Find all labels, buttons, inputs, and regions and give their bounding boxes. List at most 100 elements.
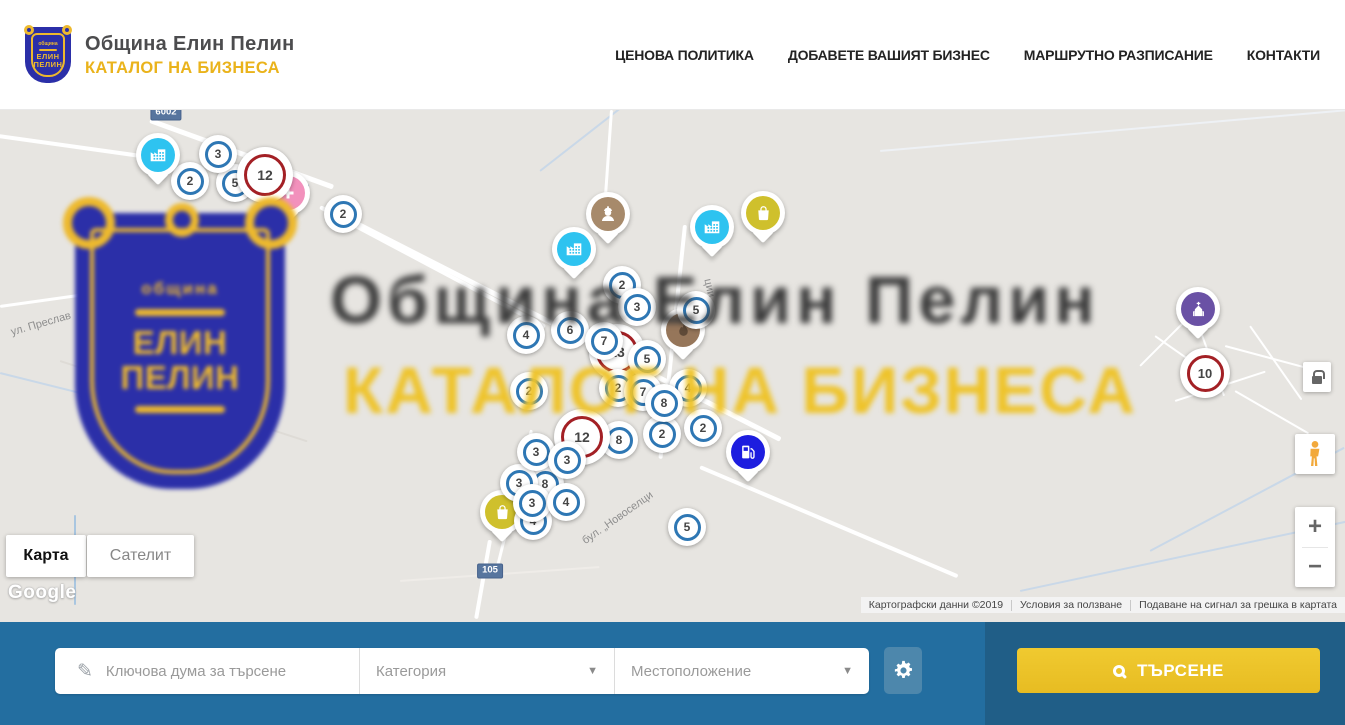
search-button[interactable]: ТЪРСЕНЕ [1017,648,1320,693]
watermark-emblem-org: община [141,279,218,299]
nav-add-business[interactable]: ДОБАВЕТЕ ВАШИЯТ БИЗНЕС [788,47,990,63]
google-logo[interactable]: Google [8,582,76,604]
map-type-satellite-button[interactable]: Сателит [87,535,194,577]
nav-route-schedule[interactable]: МАРШРУТНО РАЗПИСАНИЕ [1024,47,1213,63]
cluster-count: 2 [177,168,204,195]
map-type-map-button[interactable]: Карта [6,535,86,577]
keyword-search-input[interactable] [106,663,326,680]
map-attribution: Картографски данни ©2019 Условия за полз… [861,597,1345,613]
emblem-curl-icon [62,25,72,35]
cluster-count: 5 [674,514,701,541]
road-segment [880,110,1345,152]
watermark-emblem-line1: ЕЛИН [133,326,228,361]
emblem-ornament [135,309,225,316]
emblem-org-text: община [38,41,57,47]
marker-cluster-3[interactable]: 3 [199,135,237,173]
marker-cluster-5[interactable]: 5 [668,508,706,546]
cluster-count: 3 [519,490,546,517]
marker-pin-worker[interactable] [586,192,630,236]
road-segment [0,284,149,308]
category-dropdown[interactable]: Категория ▼ [359,648,614,694]
pencil-icon: ✎ [77,660,93,683]
marker-cluster-2[interactable]: 2 [684,409,722,447]
marker-cluster-3[interactable]: 3 [618,288,656,326]
search-button-label: ТЪРСЕНЕ [1137,661,1224,681]
watermark-emblem-line2: ПЕЛИН [121,361,240,396]
marker-pin-bag[interactable] [741,191,785,235]
zoom-out-button[interactable]: − [1295,547,1335,587]
map-type-controls: Карта Сателит [6,535,194,577]
marker-cluster-10[interactable]: 10 [1180,348,1230,398]
cluster-count: 2 [690,415,717,442]
search-bar: ✎ Категория ▼ Местоположение ▼ ТЪРСЕНЕ [0,622,1345,725]
lock-icon [1312,376,1322,384]
cluster-count: 6 [557,317,584,344]
marker-cluster-4[interactable]: 4 [547,483,585,521]
zoom-controls: + − [1295,507,1335,587]
marker-cluster-5[interactable]: 5 [628,340,666,378]
marker-cluster-8[interactable]: 8 [645,384,683,422]
chevron-down-icon: ▼ [842,665,853,677]
factory-icon [557,232,591,266]
marker-cluster-2[interactable]: 2 [510,372,548,410]
road-segment [474,540,492,619]
worker-icon [591,197,625,231]
marker-cluster-3[interactable]: 3 [548,441,586,479]
street-label: бул. „Новоселци [580,489,655,547]
attribution-data: Картографски данни ©2019 [861,599,1011,611]
marker-cluster-2[interactable]: 2 [324,195,362,233]
church-icon [1181,292,1215,326]
advanced-settings-button[interactable] [884,647,922,694]
pegman-icon [1307,440,1323,468]
marker-cluster-4[interactable]: 4 [507,316,545,354]
road-shield: 6002 [150,110,181,120]
marker-pin-factory[interactable] [552,227,596,271]
pegman-button[interactable] [1295,434,1335,474]
factory-icon [695,210,729,244]
site-logo[interactable]: община ЕЛИН ПЕЛИН Община Елин Пелин КАТА… [25,27,295,83]
cluster-count: 2 [330,201,357,228]
cluster-count: 4 [553,489,580,516]
attribution-report-error-link[interactable]: Подаване на сигнал за грешка в картата [1131,599,1345,611]
marker-cluster-5[interactable]: 5 [677,291,715,329]
marker-cluster-6[interactable]: 6 [551,311,589,349]
nav-pricing-policy[interactable]: ЦЕНОВА ПОЛИТИКА [615,47,754,63]
street-label: ул. Преслав [10,310,73,339]
header: община ЕЛИН ПЕЛИН Община Елин Пелин КАТА… [0,0,1345,110]
factory-icon [141,138,175,172]
marker-pin-fuel[interactable] [726,430,770,474]
attribution-terms-link[interactable]: Условия за ползване [1012,599,1130,611]
road-segment [1139,323,1183,367]
emblem-name-line2: ПЕЛИН [34,61,63,69]
cluster-count: 7 [591,328,618,355]
search-pill: ✎ Категория ▼ Местоположение ▼ [55,648,869,694]
map-canvas[interactable]: ул. Преславбул. „Новоселциции6002105 235… [0,110,1345,622]
marker-pin-factory[interactable] [690,205,734,249]
cluster-count: 5 [634,346,661,373]
bag-icon [746,196,780,230]
nav-contacts[interactable]: КОНТАКТИ [1247,47,1320,63]
marker-cluster-7[interactable]: 7 [585,322,623,360]
marker-pin-church[interactable] [1176,287,1220,331]
cluster-count: 3 [554,447,581,474]
cluster-count: 3 [624,294,651,321]
road-segment [60,360,308,442]
location-dropdown[interactable]: Местоположение ▼ [614,648,869,694]
road-segment [699,465,958,578]
cluster-count: 8 [651,390,678,417]
map-lock-button[interactable] [1303,362,1331,392]
zoom-in-button[interactable]: + [1295,507,1335,547]
category-dropdown-label: Категория [376,663,446,680]
site-title: Община Елин Пелин [85,33,295,56]
watermark-emblem: община ЕЛИН ПЕЛИН [75,213,285,489]
marker-cluster-3[interactable]: 3 [513,484,551,522]
cluster-count: 3 [205,141,232,168]
cluster-count: 5 [683,297,710,324]
road-segment [0,372,223,430]
emblem-ornament [39,49,57,51]
marker-pin-factory[interactable] [136,133,180,177]
marker-cluster-12[interactable]: 12 [237,147,293,203]
cluster-count: 2 [516,378,543,405]
marker-cluster-2[interactable]: 2 [171,162,209,200]
emblem-curl-icon [165,203,199,237]
